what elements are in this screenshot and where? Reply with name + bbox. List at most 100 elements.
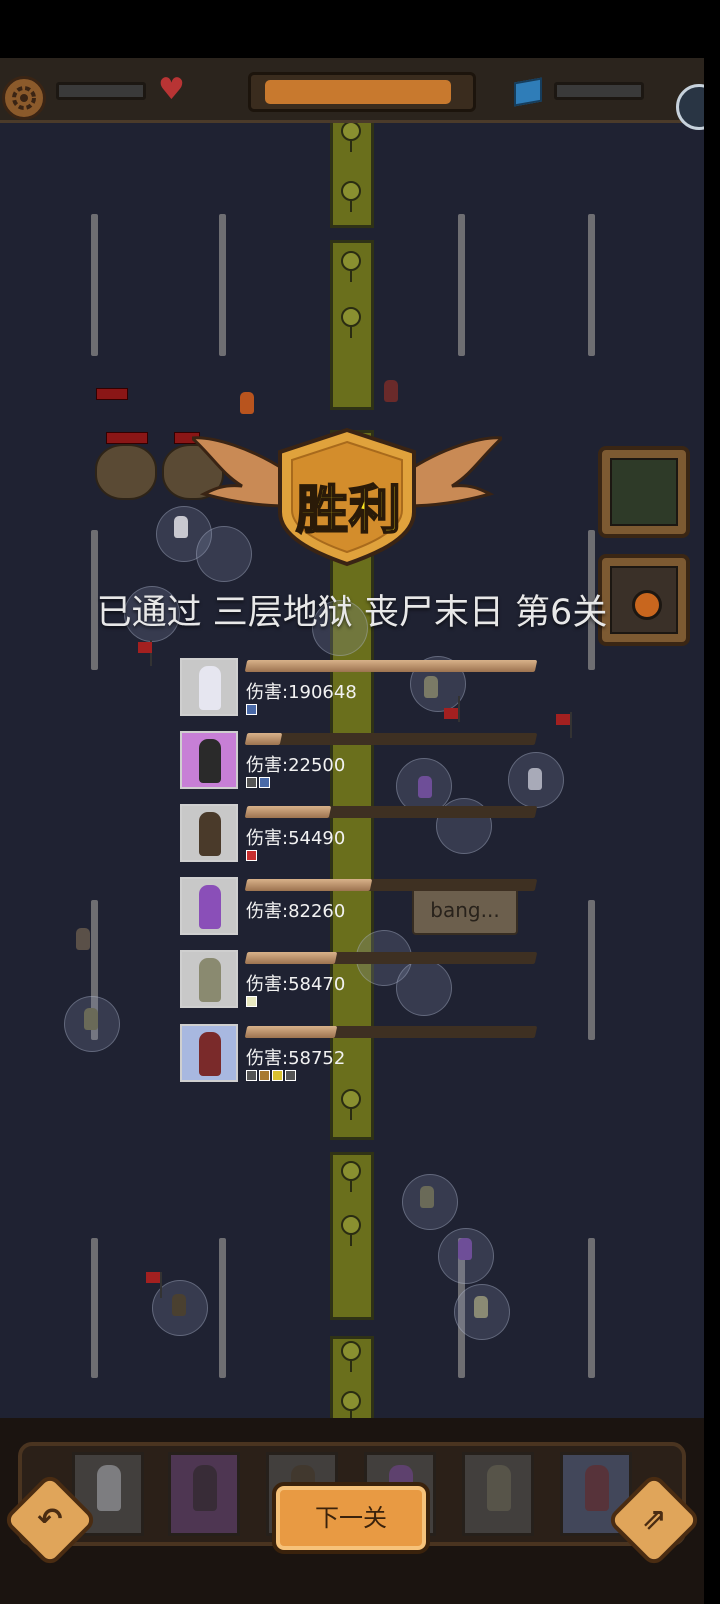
buff-icon-list (246, 850, 257, 862)
hero-card-portrait (610, 458, 678, 526)
tree-icon (341, 181, 361, 212)
tree-icon (341, 251, 361, 282)
lane-line (588, 900, 595, 1040)
damage-bar-fill (244, 1026, 338, 1038)
damage-bar (244, 660, 538, 672)
hero-damage-row: 伤害:190648 (180, 658, 540, 720)
buff-icon-list (246, 704, 257, 716)
next-level-label: 下一关 (315, 1504, 387, 1532)
tree-icon (341, 1215, 361, 1246)
lane-line (91, 214, 98, 356)
soldier-unit (172, 1294, 186, 1316)
zombie-unit (240, 392, 254, 414)
zombie-unit (76, 928, 90, 950)
buff-icon (246, 777, 257, 788)
damage-value: 伤害:54490 (246, 828, 346, 849)
lane-line (458, 214, 465, 356)
buff-icon-list (246, 996, 257, 1008)
enemy-health-tag (106, 432, 148, 444)
damage-value: 伤害:58752 (246, 1048, 346, 1069)
soldier-unit (474, 1296, 488, 1318)
wave-progress-bar (248, 72, 476, 112)
lane-line (91, 1238, 98, 1378)
hero-portrait (180, 731, 238, 789)
hero-portrait (180, 804, 238, 862)
buff-icon (259, 1070, 270, 1081)
buff-icon (259, 777, 270, 788)
tree-icon (341, 121, 361, 152)
hero-damage-row: 伤害:58470 (180, 950, 540, 1012)
buff-icon (285, 1070, 296, 1081)
next-level-button[interactable]: 下一关 (272, 1482, 430, 1554)
hero-damage-row: 伤害:54490 (180, 804, 540, 866)
damage-bar (244, 733, 538, 745)
barricade (95, 444, 157, 500)
hero-figure-icon (199, 958, 221, 1002)
soldier-unit (84, 1008, 98, 1030)
tree-icon (341, 1341, 361, 1372)
buff-icon (246, 704, 257, 715)
gear-icon (12, 86, 36, 110)
flag-pole (160, 1272, 162, 1298)
damage-bar (244, 806, 538, 818)
hero-slot[interactable] (168, 1452, 240, 1536)
flag-pole (570, 712, 572, 738)
damage-value: 伤害:58470 (246, 974, 346, 995)
damage-bar-fill (244, 879, 373, 891)
buff-icon (246, 996, 257, 1007)
share-icon: ⇗ (641, 1502, 667, 1537)
lane-line (588, 214, 595, 356)
red-flag (556, 714, 570, 725)
hero-portrait (180, 1024, 238, 1082)
health-bar (56, 82, 146, 100)
hero-figure-icon (585, 1465, 609, 1511)
enemy-health-tag (96, 388, 128, 400)
hero-damage-row: 伤害:82260 (180, 877, 540, 939)
damage-value: 伤害:22500 (246, 755, 346, 776)
hero-card-button[interactable] (598, 446, 690, 538)
resource-bar (554, 82, 644, 100)
status-bar (0, 0, 704, 58)
soldier-unit (174, 516, 188, 538)
hero-portrait (180, 877, 238, 935)
buff-icon-list (246, 777, 270, 789)
tree-icon (341, 1161, 361, 1192)
zombie-unit (384, 380, 398, 402)
victory-title: 胜利 (295, 480, 402, 542)
hero-figure-icon (199, 1032, 221, 1076)
buff-icon (246, 850, 257, 861)
tree-icon (341, 1089, 361, 1120)
buff-icon-list (246, 1070, 296, 1082)
hero-figure-icon (199, 885, 221, 929)
damage-bar (244, 879, 538, 891)
hero-figure-icon (193, 1465, 217, 1511)
hero-figure-icon (199, 739, 221, 783)
lane-line (219, 214, 226, 356)
damage-value: 伤害:190648 (246, 682, 357, 703)
buff-icon (246, 1070, 257, 1081)
damage-bar (244, 1026, 538, 1038)
soldier-unit (420, 1186, 434, 1208)
hero-portrait (180, 950, 238, 1008)
lane-line (588, 1238, 595, 1378)
hero-figure-icon (487, 1465, 511, 1511)
hero-figure-icon (199, 666, 221, 710)
red-flag (146, 1272, 160, 1283)
hero-portrait (180, 658, 238, 716)
damage-bar (244, 952, 538, 964)
soldier-unit (458, 1238, 472, 1260)
hero-figure-icon (199, 812, 221, 856)
red-flag (138, 642, 152, 653)
wave-progress-fill (265, 80, 451, 104)
heart-icon: ♥ (158, 72, 185, 107)
settings-button[interactable] (2, 76, 46, 120)
tree-icon (341, 307, 361, 338)
hero-figure-icon (97, 1465, 121, 1511)
damage-bar-fill (244, 660, 538, 672)
damage-bar-fill (244, 733, 283, 745)
hero-slot[interactable] (462, 1452, 534, 1536)
back-arrow-icon: ↶ (37, 1502, 63, 1537)
hero-damage-row: 伤害:58752 (180, 1024, 540, 1086)
damage-value: 伤害:82260 (246, 901, 346, 922)
gem-icon (514, 77, 542, 107)
